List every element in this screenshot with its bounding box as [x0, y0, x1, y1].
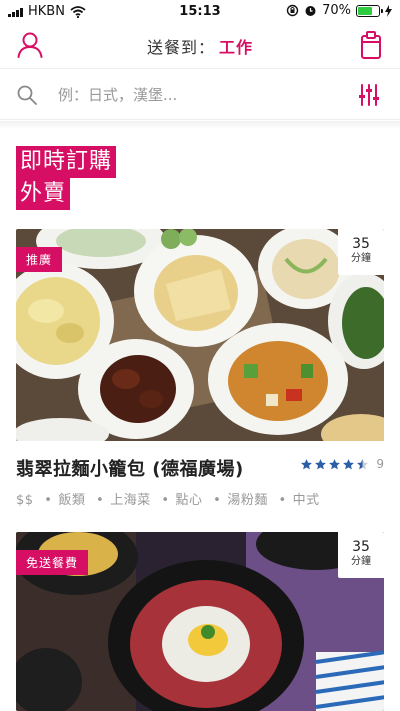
delivery-time-badge: 35 分鐘	[338, 532, 384, 578]
battery-icon	[356, 4, 383, 17]
cuisine-tag: 點心	[175, 493, 203, 508]
rating-stars	[300, 458, 369, 471]
delivery-time-value: 35	[352, 539, 370, 555]
rating: 9	[300, 457, 384, 471]
restaurant-photo: 免送餐費 35 分鐘	[16, 532, 384, 711]
delivery-time-unit: 分鐘	[351, 556, 371, 567]
delivery-time-value: 35	[352, 236, 370, 252]
cart-icon[interactable]	[360, 30, 382, 60]
restaurant-photo: 推廣 35 分鐘	[16, 229, 384, 441]
rating-count: 9	[376, 457, 384, 471]
deliver-prefix: 送餐到：	[146, 38, 215, 57]
star-icon	[315, 458, 327, 469]
promo-tag: 推廣	[16, 247, 63, 272]
price-level: $$	[16, 493, 34, 508]
delivery-time-badge: 35 分鐘	[338, 229, 384, 275]
charging-icon	[385, 4, 392, 17]
star-icon	[343, 458, 355, 469]
divider-shadow	[0, 121, 400, 129]
restaurant-card[interactable]: 推廣 35 分鐘 翡翠拉麵小籠包 (德福廣場) 9 $$ • 飯類 • 上海菜 • 點…	[16, 229, 384, 508]
promo-heading: 即時訂購 外賣	[16, 146, 117, 210]
app-header: 送餐到： 工作	[0, 26, 400, 66]
promo-heading-line1: 即時訂購	[16, 146, 117, 178]
search-icon	[17, 85, 37, 105]
restaurant-card[interactable]: 免送餐費 35 分鐘	[16, 532, 384, 711]
star-icon	[357, 458, 369, 469]
filter-sliders-icon[interactable]	[358, 83, 380, 107]
status-bar: HKBN 15:13 70%	[0, 0, 400, 24]
deliver-address: 工作	[219, 38, 254, 57]
cuisine-tag: 上海菜	[110, 493, 151, 508]
cuisine-tag: 湯粉麵	[227, 493, 268, 508]
battery-percent: 70%	[322, 3, 351, 18]
free-delivery-tag: 免送餐費	[16, 550, 89, 575]
restaurant-meta: $$ • 飯類 • 上海菜 • 點心 • 湯粉麵 • 中式	[16, 493, 320, 508]
star-icon	[329, 458, 341, 469]
promo-heading-line2: 外賣	[16, 178, 71, 210]
delivery-address-selector[interactable]: 送餐到： 工作	[0, 34, 400, 58]
alarm-icon	[305, 6, 316, 16]
search-input[interactable]	[58, 82, 328, 108]
cuisine-tag: 飯類	[58, 493, 86, 508]
search-bar	[0, 68, 400, 120]
star-icon	[301, 458, 313, 469]
cuisine-tag: 中式	[292, 493, 320, 508]
delivery-time-unit: 分鐘	[351, 253, 371, 264]
rotation-lock-icon	[286, 4, 299, 17]
